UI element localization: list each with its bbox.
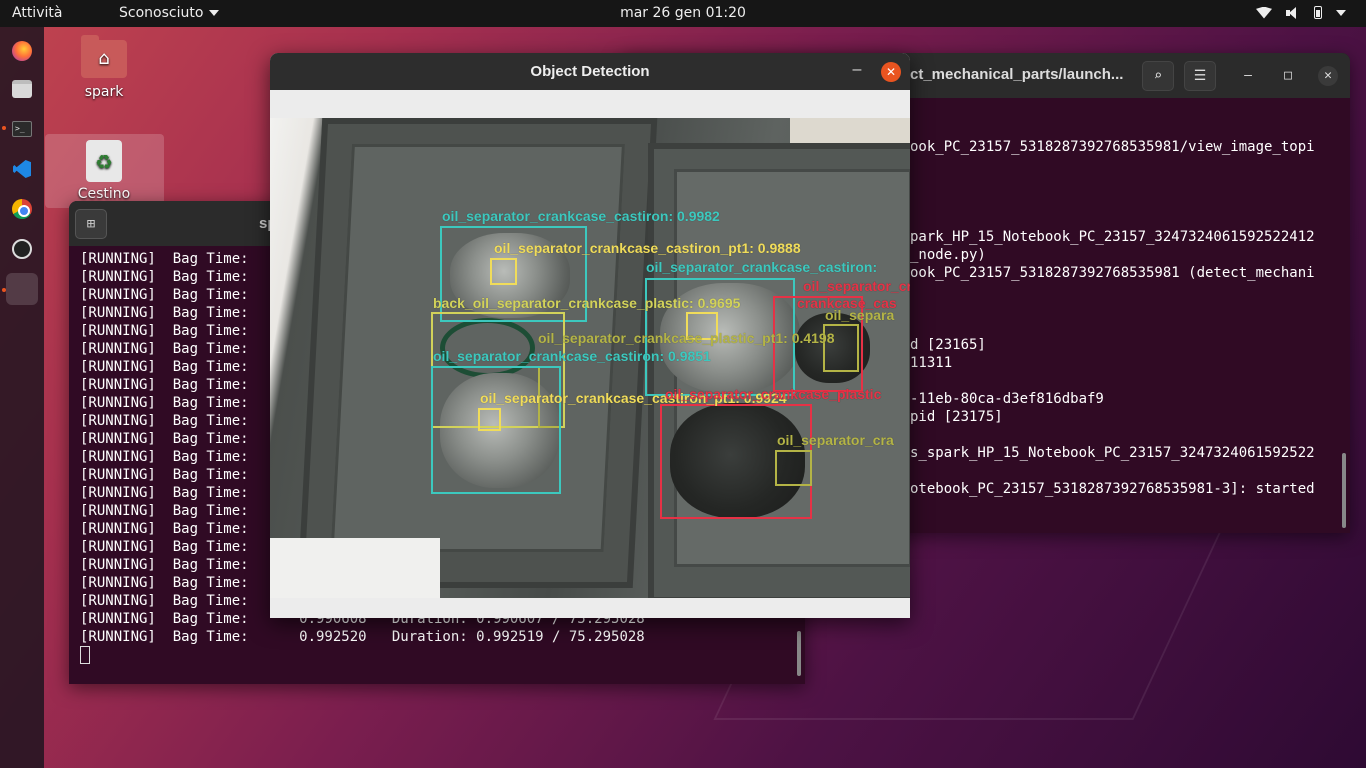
terminal-line: [RUNNING] Bag Time: 0.992520 Duration: 0…: [80, 629, 645, 645]
activities-button[interactable]: Attività: [12, 5, 62, 21]
window-title: Object Detection: [530, 63, 650, 80]
terminal-line: s_spark_HP_15_Notebook_PC_23157_32473240…: [910, 445, 1315, 461]
dock-chrome[interactable]: [6, 193, 38, 225]
terminal-line: otebook_PC_23157_5318287392768535981-3]:…: [910, 481, 1315, 497]
background-region: [270, 538, 440, 598]
menu-icon[interactable]: ☰: [1184, 61, 1216, 91]
home-folder-icon: [81, 35, 127, 78]
detection-label: oil_separator_cra: [777, 432, 894, 448]
home-folder-label: spark: [84, 84, 124, 100]
detection-label: oil_separator_crankcase_castiron: 0.9851: [433, 348, 711, 364]
detection-label: oil_separator_crankcase_castiron:: [646, 259, 878, 275]
detection-label: oil_separa: [825, 307, 895, 323]
detection-label: oil_separator_crankcase_castiron_pt1: 0.…: [494, 240, 801, 256]
terminal-line: park_HP_15_Notebook_PC_23157_32473240615…: [910, 229, 1315, 245]
obs-icon: [12, 239, 32, 259]
chevron-down-icon: [209, 10, 220, 16]
detection-box: [490, 258, 517, 285]
chrome-icon: [12, 199, 32, 219]
terminal-line: d [23165]: [910, 337, 986, 353]
camera-image: oil_separator_crankcase_castiron: 0.9982…: [270, 118, 910, 598]
terminal-line: _node.py): [910, 247, 986, 263]
terminal-icon: >_: [12, 121, 32, 137]
app-menu-label: Sconosciuto: [119, 5, 204, 21]
terminal-cursor: [80, 646, 90, 664]
dock: >_: [0, 27, 44, 768]
desktop-home-folder[interactable]: spark: [45, 35, 163, 100]
object-detection-window[interactable]: Object Detection – ✕ oil_separator_crank…: [270, 53, 910, 618]
detection-label: oil_separator_crankcase_castiron: 0.9982: [442, 208, 720, 224]
dock-app[interactable]: [6, 273, 38, 305]
detection-box: [478, 408, 501, 431]
close-icon[interactable]: ✕: [881, 62, 901, 82]
window-header[interactable]: Object Detection – ✕: [270, 53, 910, 90]
app-menu[interactable]: Sconosciuto: [119, 5, 220, 21]
terminal-line: -11eb-80ca-d3ef816dbaf9: [910, 391, 1104, 407]
dock-terminal[interactable]: >_: [6, 113, 38, 145]
window-footer: [270, 598, 910, 618]
trash-icon: ♻: [86, 140, 122, 182]
vscode-icon: [13, 160, 31, 178]
terminal-title: ct_mechanical_parts/launch...: [910, 66, 1124, 83]
top-bar: Attività Sconosciuto mar 26 gen 01:20: [0, 0, 1366, 27]
desktop-trash[interactable]: ♻ Cestino: [45, 140, 163, 202]
terminal-line: 11311: [910, 355, 953, 371]
dock-firefox[interactable]: [6, 35, 38, 67]
firefox-icon: [12, 41, 32, 61]
files-icon: [12, 80, 32, 98]
detection-label: back_oil_separator_crankcase_plastic: 0.…: [433, 295, 741, 311]
chevron-down-icon: [1336, 9, 1346, 16]
detection-box: [775, 450, 812, 486]
battery-icon: [1314, 6, 1322, 19]
trash-label: Cestino: [77, 186, 131, 202]
terminal-line: ook_PC_23157_5318287392768535981 (detect…: [910, 265, 1315, 281]
terminal-output[interactable]: ook_PC_23157_5318287392768535981/view_im…: [910, 98, 1350, 533]
search-icon[interactable]: ⌕: [1142, 61, 1174, 91]
minimize-icon[interactable]: –: [848, 61, 866, 79]
dock-files[interactable]: [6, 73, 38, 105]
window-toolbar: [270, 90, 910, 118]
new-tab-icon[interactable]: ⊞: [75, 209, 107, 239]
scrollbar[interactable]: [1342, 453, 1346, 528]
volume-icon: [1286, 6, 1300, 19]
clock[interactable]: mar 26 gen 01:20: [620, 5, 746, 21]
detection-label: oil_separator_crankcase_plastic: [665, 386, 882, 402]
minimize-icon[interactable]: –: [1238, 66, 1258, 86]
maximize-icon[interactable]: □: [1278, 66, 1298, 86]
detection-label: oil_separator_cra: [803, 278, 910, 294]
dock-vscode[interactable]: [6, 153, 38, 185]
close-icon[interactable]: ✕: [1318, 66, 1338, 86]
system-tray[interactable]: [1256, 6, 1346, 19]
dock-obs[interactable]: [6, 233, 38, 265]
wifi-icon: [1256, 6, 1272, 19]
app-icon: [12, 279, 32, 299]
terminal-line: pid [23175]: [910, 409, 1003, 425]
terminal-line: ook_PC_23157_5318287392768535981/view_im…: [910, 139, 1315, 155]
detection-label: oil_separator_crankcase_plastic_pt1: 0.4…: [538, 330, 835, 346]
scrollbar[interactable]: [797, 631, 801, 676]
